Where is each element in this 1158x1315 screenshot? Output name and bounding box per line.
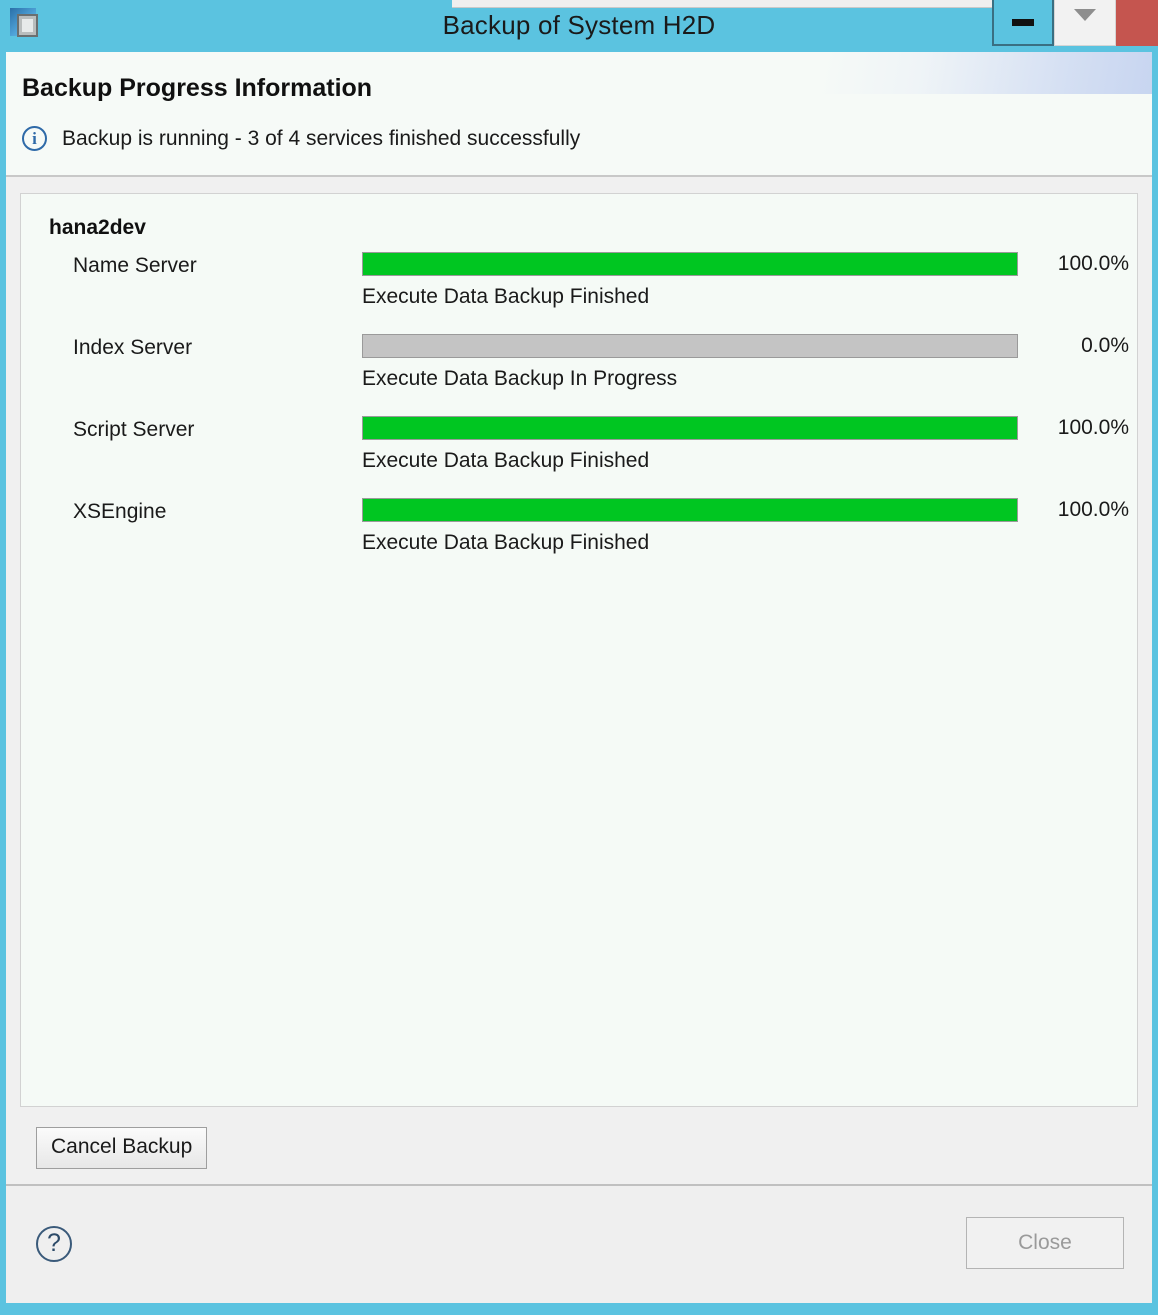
chevron-down-icon[interactable] [1054,0,1116,46]
progress-bar [362,416,1018,440]
content-area: hana2dev Name Server 100.0% Execute Data… [6,177,1152,1303]
service-row: Index Server 0.0% Execute Data Backup In… [37,322,1129,404]
minimize-icon[interactable] [992,0,1054,46]
status-text: Backup is running - 3 of 4 services fini… [62,126,581,150]
service-name: Name Server [73,254,197,277]
title-bar[interactable]: Backup of System H2D [0,0,1158,52]
progress-bar-fill [363,499,1017,521]
dialog-footer: ? Close [6,1184,1152,1303]
backup-progress-window: Backup of System H2D Backup Progress Inf… [0,0,1158,1315]
dialog-body: Backup Progress Information i Backup is … [6,52,1152,1303]
progress-bar-fill [363,253,1017,275]
service-name: Index Server [73,336,193,359]
service-row: Script Server 100.0% Execute Data Backup… [37,404,1129,486]
progress-percent: 0.0% [1081,334,1129,357]
progress-percent: 100.0% [1057,498,1129,521]
service-status: Execute Data Backup Finished [362,285,650,308]
question-mark-icon[interactable]: ? [36,1226,72,1262]
window-title: Backup of System H2D [442,10,716,40]
service-name: XSEngine [73,500,167,523]
service-status: Execute Data Backup Finished [362,531,650,554]
window-controls [992,0,1158,46]
progress-bar [362,498,1018,522]
progress-percent: 100.0% [1057,252,1129,275]
header-decoration [822,52,1152,94]
close-button[interactable]: Close [966,1217,1124,1269]
host-label: hana2dev [49,216,146,239]
service-name: Script Server [73,418,195,441]
progress-bar [362,334,1018,358]
cancel-backup-button[interactable]: Cancel Backup [36,1127,208,1169]
dialog-header: Backup Progress Information i Backup is … [6,52,1152,177]
status-message: i Backup is running - 3 of 4 services fi… [22,126,580,151]
progress-panel: hana2dev Name Server 100.0% Execute Data… [20,193,1138,1107]
action-row: Cancel Backup [20,1127,1138,1169]
service-status: Execute Data Backup In Progress [362,367,678,390]
progress-bar [362,252,1018,276]
close-icon[interactable] [1116,0,1158,46]
service-status: Execute Data Backup Finished [362,449,650,472]
progress-percent: 100.0% [1057,416,1129,439]
service-row: Name Server 100.0% Execute Data Backup F… [37,240,1129,322]
info-icon: i [22,126,47,151]
service-row: XSEngine 100.0% Execute Data Backup Fini… [37,486,1129,568]
progress-bar-fill [363,417,1017,439]
page-title: Backup Progress Information [22,74,373,102]
